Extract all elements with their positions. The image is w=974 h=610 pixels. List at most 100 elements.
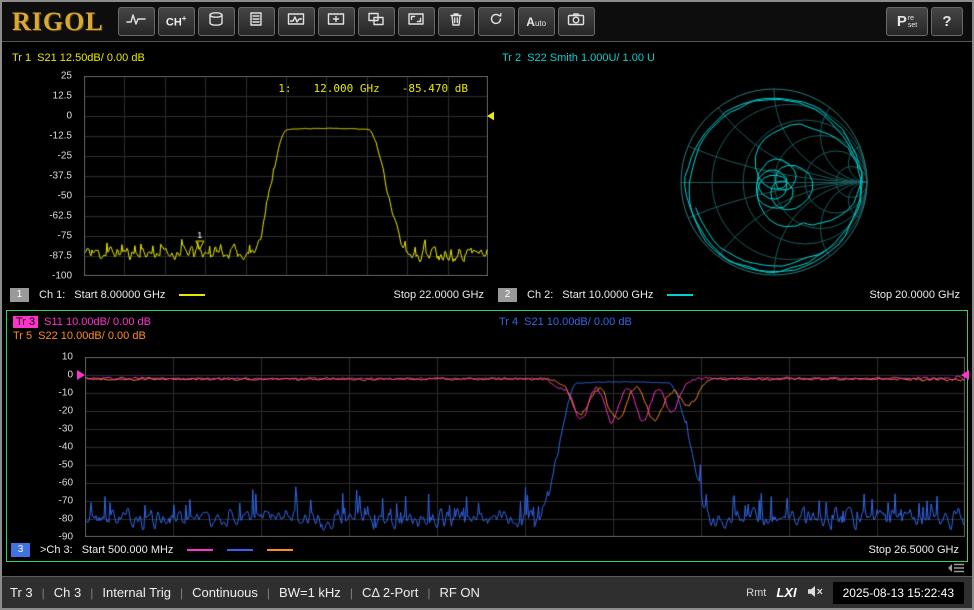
y-tick-label: -80 (59, 514, 73, 525)
y-tick-label: 12.5 (53, 91, 72, 102)
datetime-display: 2025-08-13 15:22:43 (833, 582, 964, 604)
y-tick-label: -87.5 (49, 251, 72, 262)
remote-indicator: Rmt (746, 587, 766, 599)
y-tick-label: -100 (52, 271, 72, 282)
tr3-selected-badge[interactable]: Tr 3 (13, 316, 38, 328)
ch3-y-axis: 100-10-20-30-40-50-60-70-80-90 (7, 357, 79, 537)
y-tick-label: 25 (61, 71, 72, 82)
y-tick-label: 0 (66, 111, 72, 122)
status-right: Rmt LXI 2025-08-13 15:22:43 (746, 582, 964, 604)
tr4-color-swatch (227, 549, 253, 551)
arrange-windows-button[interactable] (358, 7, 395, 36)
status-item[interactable]: Ch 3 (54, 585, 81, 600)
tr1-color-swatch (179, 294, 205, 296)
trace-display-button[interactable] (278, 7, 315, 36)
status-item[interactable]: BW=1 kHz (279, 585, 341, 600)
status-bar: Tr 3 | Ch 3 | Internal Trig | Continuous | BW=1 … (2, 576, 972, 608)
add-channel-icon: CH+ (166, 14, 187, 29)
measure-button[interactable] (118, 7, 155, 36)
y-tick-label: -12.5 (49, 131, 72, 142)
status-item[interactable]: RF ON (439, 585, 479, 600)
status-separator: | (427, 586, 430, 600)
y-tick-label: -60 (59, 478, 73, 489)
trace-display-icon (286, 11, 306, 32)
status-item[interactable]: Internal Trig (102, 585, 171, 600)
y-tick-label: -62.5 (49, 211, 72, 222)
preset-button[interactable]: P reset (886, 7, 928, 36)
waveform-icon (126, 11, 146, 32)
y-tick-label: -50 (58, 191, 72, 202)
marker1-readout: 1: 12.000 GHz -85.470 dB (278, 82, 468, 95)
file-list-icon (246, 11, 266, 32)
help-icon: ? (942, 13, 951, 30)
ch2-label: Ch 2: (527, 289, 553, 301)
y-tick-label: -25 (58, 151, 72, 162)
tr2-header[interactable]: Tr 2S22 Smith 1.000U/ 1.00 U (502, 52, 655, 64)
add-channel-button[interactable]: CH+ (158, 7, 195, 36)
tr3-color-swatch (187, 549, 213, 551)
help-button[interactable]: ? (931, 7, 963, 36)
arrange-windows-icon (366, 11, 386, 32)
file-list-button[interactable] (238, 7, 275, 36)
channel3-window-active[interactable]: Tr 3S11 10.00dB/ 0.00 dB Tr 4S21 10.00dB… (6, 310, 968, 562)
status-separator: | (267, 586, 270, 600)
touch-lock-icon (486, 11, 506, 32)
y-tick-label: -37.5 (49, 171, 72, 182)
tr3-header[interactable]: Tr 3S11 10.00dB/ 0.00 dB (13, 316, 151, 328)
y-tick-label: 0 (67, 370, 73, 381)
status-item[interactable]: Tr 3 (10, 585, 33, 600)
add-trace-icon (326, 11, 346, 32)
status-item[interactable]: CΔ 2-Port (362, 585, 418, 600)
status-separator: | (42, 586, 45, 600)
status-separator: | (350, 586, 353, 600)
status-item[interactable]: Continuous (192, 585, 258, 600)
channel1-window[interactable]: Tr 1S21 12.50dB/ 0.00 dB 25 12.5 0 -12.5 -25… (6, 46, 492, 308)
ch3-stop-freq[interactable]: Stop 26.5000 GHz (868, 544, 959, 556)
lxi-indicator: LXI (776, 585, 796, 600)
save-icon (206, 11, 226, 32)
y-tick-label: -70 (59, 496, 73, 507)
mute-icon[interactable] (807, 585, 823, 601)
preset-icon: P reset (897, 13, 917, 30)
rigol-logo: RIGOL (12, 7, 104, 37)
add-trace-button[interactable] (318, 7, 355, 36)
delete-button[interactable] (438, 7, 475, 36)
ch1-info-row: 1 Ch 1: Start 8.00000 GHz Stop 22.0000 G… (10, 288, 484, 302)
ch3-number-badge[interactable]: 3 (11, 543, 30, 557)
ch1-number-badge[interactable]: 1 (10, 288, 29, 302)
y-tick-label: -30 (59, 424, 73, 435)
tr2-color-swatch (667, 294, 693, 296)
tr5-header[interactable]: Tr 5S22 10.00dB/ 0.00 dB (13, 330, 146, 342)
y-tick-label: 10 (62, 352, 73, 363)
ch2-start-freq[interactable]: Start 10.0000 GHz (562, 289, 653, 301)
ch2-smith-canvas[interactable] (494, 72, 968, 278)
tr4-header[interactable]: Tr 4S21 10.00dB/ 0.00 dB (499, 316, 632, 328)
tr1-header[interactable]: Tr 1S21 12.50dB/ 0.00 dB (12, 52, 145, 64)
screenshot-icon (566, 11, 586, 32)
auto-scale-icon: Auto (526, 13, 546, 31)
tr3-reference-marker-right[interactable] (961, 370, 969, 380)
status-separator: | (180, 586, 183, 600)
status-separator: | (90, 586, 93, 600)
delete-icon (446, 11, 466, 32)
tr3-reference-marker-left[interactable] (77, 370, 85, 380)
ch3-start-freq[interactable]: Start 500.000 MHz (82, 544, 174, 556)
touch-lock-button[interactable] (478, 7, 515, 36)
y-tick-label: -90 (59, 532, 73, 543)
ch1-y-axis: 2512.50-12.5-25-37.5-50-62.5-75-87.5-100 (6, 76, 78, 276)
tr5-color-swatch (267, 549, 293, 551)
ch2-stop-freq[interactable]: Stop 20.0000 GHz (869, 289, 960, 301)
screenshot-button[interactable] (558, 7, 595, 36)
ch3-plot-canvas[interactable] (85, 357, 965, 537)
y-tick-label: -20 (59, 406, 73, 417)
auto-scale-button[interactable]: Auto (518, 7, 555, 36)
ch1-stop-freq[interactable]: Stop 22.0000 GHz (393, 289, 484, 301)
y-tick-label: -75 (58, 231, 72, 242)
maximize-window-button[interactable] (398, 7, 435, 36)
ch3-label: >Ch 3: (40, 544, 73, 556)
channel2-window[interactable]: Tr 2S22 Smith 1.000U/ 1.00 U 2 Ch 2: Sta… (494, 46, 968, 308)
ch1-plot-canvas[interactable] (84, 76, 488, 276)
save-recall-button[interactable] (198, 7, 235, 36)
ch1-start-freq[interactable]: Start 8.00000 GHz (74, 289, 165, 301)
ch2-number-badge[interactable]: 2 (498, 288, 517, 302)
